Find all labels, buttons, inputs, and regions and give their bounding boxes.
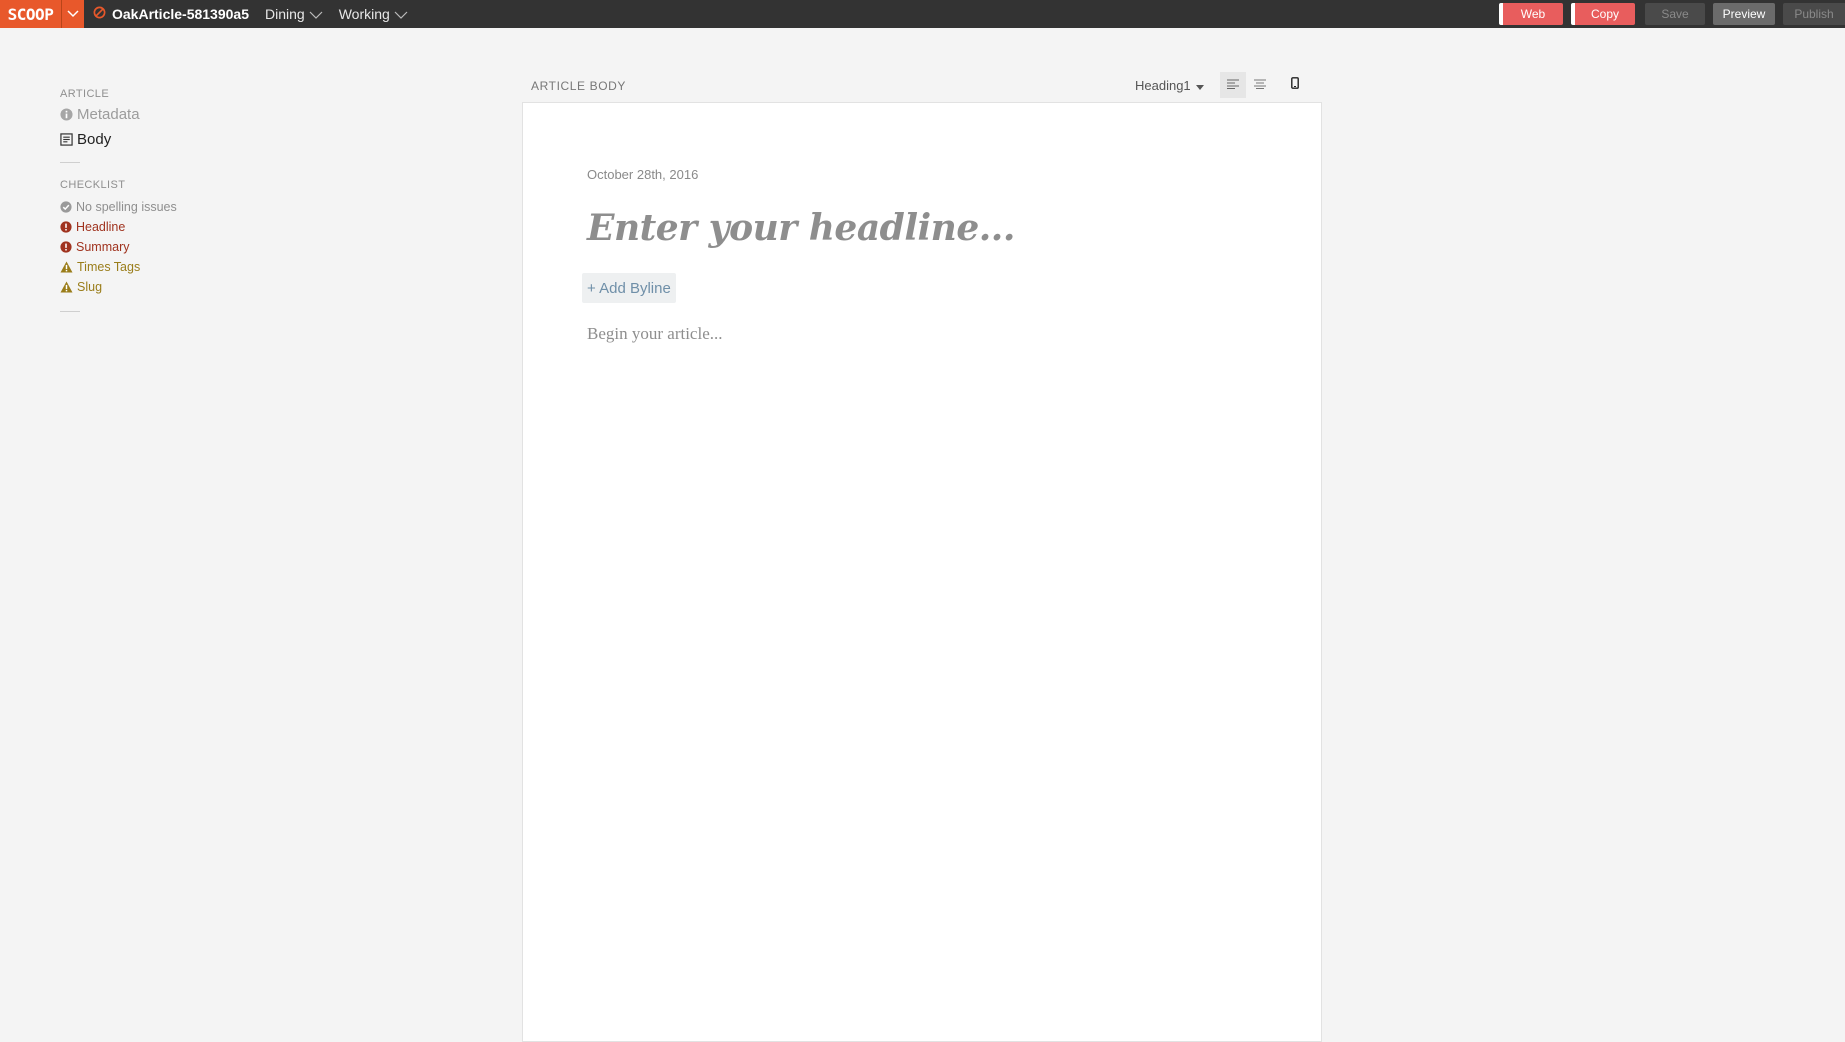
align-center-button[interactable] — [1247, 72, 1273, 98]
text-style-dropdown[interactable]: Heading1 — [1135, 78, 1204, 93]
headline-input[interactable]: Enter your headline... — [587, 207, 1015, 249]
top-bar: SCOOP OakArticle-581390a5 Dining Working… — [0, 0, 1845, 28]
checklist-item-summary[interactable]: Summary — [60, 237, 180, 257]
checklist-item-times-tags[interactable]: Times Tags — [60, 257, 180, 277]
warning-triangle-icon — [60, 281, 73, 293]
checklist-item-label: Headline — [76, 220, 126, 234]
sidebar: ARTICLE Metadata Body CHECKLIST No spell… — [60, 88, 180, 328]
article-title[interactable]: OakArticle-581390a5 — [93, 6, 249, 22]
preview-button[interactable]: Preview — [1713, 3, 1775, 25]
section-dropdown[interactable]: Dining — [265, 6, 323, 22]
article-date: October 28th, 2016 — [587, 167, 699, 182]
checklist-item-label: Times Tags — [77, 260, 141, 274]
align-left-button[interactable] — [1219, 72, 1246, 98]
document-lines-icon — [60, 133, 73, 146]
sidebar-item-label: Metadata — [77, 106, 140, 123]
copy-button[interactable]: Copy — [1571, 3, 1635, 25]
top-bar-actions: Web Copy Save Preview Publish — [1499, 0, 1845, 28]
mobile-preview-button[interactable] — [1282, 72, 1308, 98]
unpublished-ban-icon — [93, 6, 106, 22]
chevron-down-icon — [309, 6, 323, 22]
checklist-item-label: Summary — [76, 240, 130, 254]
checklist-item-label: No spelling issues — [76, 200, 177, 214]
warning-triangle-icon — [60, 261, 73, 273]
status-label: Working — [338, 6, 390, 22]
info-icon — [60, 108, 73, 121]
save-button[interactable]: Save — [1645, 3, 1705, 25]
checklist-item-slug[interactable]: Slug — [60, 277, 180, 297]
status-dropdown[interactable]: Working — [339, 6, 408, 22]
sidebar-item-label: Body — [77, 131, 112, 148]
sidebar-item-body[interactable]: Body — [60, 131, 180, 148]
divider — [60, 311, 80, 312]
article-section-heading: ARTICLE — [60, 88, 110, 100]
editor-toolbar: Heading1 — [1135, 72, 1309, 98]
text-style-value: Heading1 — [1135, 77, 1191, 93]
mobile-phone-icon — [1290, 76, 1299, 94]
divider — [60, 162, 80, 163]
error-circle-icon — [60, 221, 72, 233]
error-circle-icon — [60, 241, 72, 253]
caret-down-icon — [1195, 78, 1204, 93]
check-circle-icon — [60, 201, 72, 213]
sidebar-item-metadata[interactable]: Metadata — [60, 106, 180, 123]
article-id-label: OakArticle-581390a5 — [112, 6, 249, 22]
publish-button[interactable]: Publish — [1783, 3, 1845, 25]
align-center-icon — [1253, 76, 1266, 94]
checklist-item-headline[interactable]: Headline — [60, 217, 180, 237]
article-body-label: ARTICLE BODY — [531, 79, 627, 93]
scoop-logo[interactable]: SCOOP — [0, 0, 61, 28]
app-menu-chevron-down-icon[interactable] — [61, 0, 84, 28]
section-label: Dining — [265, 6, 305, 22]
checklist-item-label: Slug — [77, 280, 103, 294]
checklist-heading: CHECKLIST — [60, 179, 126, 191]
chevron-down-icon — [394, 6, 408, 22]
web-button[interactable]: Web — [1499, 3, 1563, 25]
article-body-input[interactable]: Begin your article... — [587, 324, 723, 344]
align-left-icon — [1226, 76, 1239, 94]
article-editor-page[interactable]: October 28th, 2016 Enter your headline..… — [522, 102, 1322, 1042]
checklist-item-spelling[interactable]: No spelling issues — [60, 197, 180, 217]
add-byline-button[interactable]: + Add Byline — [582, 273, 676, 303]
